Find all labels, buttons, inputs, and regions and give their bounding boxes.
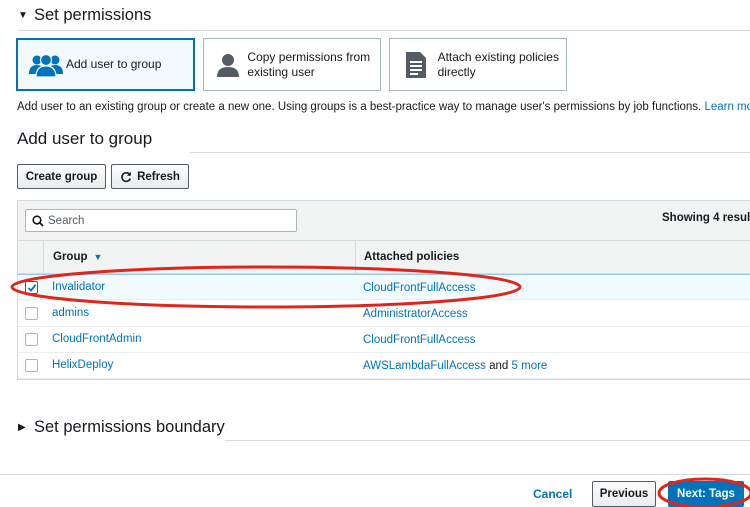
row-checkbox[interactable] [25, 333, 38, 346]
select-column-header [18, 241, 44, 273]
search-input[interactable] [48, 214, 278, 227]
divider [18, 30, 750, 31]
previous-button[interactable]: Previous [592, 481, 656, 507]
group-name-link[interactable]: HelixDeploy [52, 359, 113, 371]
more-policies-link[interactable]: 5 more [512, 360, 548, 372]
policy-cell: AWSLambdaFullAccess and 5 more [363, 360, 547, 372]
policy-and-text: and [489, 360, 509, 372]
table-row[interactable]: Invalidator CloudFrontFullAccess [18, 274, 750, 300]
permissions-boundary-header[interactable]: ▶ Set permissions boundary [18, 418, 225, 437]
permissions-boundary-title: Set permissions boundary [34, 418, 225, 436]
add-user-to-group-heading: Add user to group [17, 129, 153, 148]
table-row[interactable]: HelixDeploy AWSLambdaFullAccess and 5 mo… [18, 353, 750, 379]
set-permissions-title: Set permissions [34, 6, 152, 24]
column-header-group[interactable]: Group ▼ [53, 251, 102, 263]
caret-right-icon: ▶ [18, 422, 26, 433]
row-checkbox[interactable] [25, 281, 38, 294]
cancel-button[interactable]: Cancel [533, 487, 572, 501]
column-header-attached-policies[interactable]: Attached policies [364, 251, 459, 263]
document-icon [400, 51, 432, 79]
refresh-label: Refresh [137, 170, 180, 183]
groups-table: Showing 4 results Group ▼ Attached polic… [17, 200, 750, 380]
group-name-link[interactable]: admins [52, 307, 89, 319]
table-header: Group ▼ Attached policies [18, 241, 750, 274]
table-toolbar: Showing 4 results [18, 201, 750, 241]
option-label: Copy permissions from existing user [247, 49, 371, 79]
footer-divider [0, 474, 750, 475]
option-copy-permissions[interactable]: Copy permissions from existing user [203, 38, 381, 91]
option-label: Attach existing policies directly [437, 49, 559, 79]
row-checkbox[interactable] [25, 359, 38, 372]
results-count: Showing 4 results [662, 212, 750, 224]
sort-descending-icon[interactable]: ▼ [94, 252, 103, 262]
table-row[interactable]: admins AdministratorAccess [18, 301, 750, 327]
set-permissions-header[interactable]: ▼ Set permissions [18, 6, 151, 25]
refresh-icon [120, 171, 132, 183]
column-separator [355, 241, 356, 273]
refresh-button[interactable]: Refresh [111, 164, 189, 189]
option-label: Add user to group [66, 57, 162, 71]
divider [225, 440, 750, 441]
row-checkbox[interactable] [25, 307, 38, 320]
user-icon [214, 52, 241, 78]
policy-link[interactable]: CloudFrontFullAccess [363, 282, 475, 294]
policy-link[interactable]: CloudFrontFullAccess [363, 334, 475, 346]
create-group-button[interactable]: Create group [17, 164, 106, 189]
policy-link[interactable]: AWSLambdaFullAccess [363, 360, 486, 372]
search-icon [32, 214, 44, 227]
table-row[interactable]: CloudFrontAdmin CloudFrontFullAccess [18, 327, 750, 353]
caret-down-icon: ▼ [18, 10, 28, 21]
search-box[interactable] [25, 209, 297, 232]
divider [190, 152, 750, 153]
learn-more-link[interactable]: Learn more [704, 101, 750, 113]
users-group-icon [26, 52, 66, 78]
option-add-user-to-group[interactable]: Add user to group [16, 38, 195, 91]
group-name-link[interactable]: CloudFrontAdmin [52, 333, 141, 345]
permissions-description: Add user to an existing group or create … [17, 101, 750, 113]
policy-link[interactable]: AdministratorAccess [363, 308, 468, 320]
group-name-link[interactable]: Invalidator [52, 281, 105, 293]
next-tags-button[interactable]: Next: Tags [668, 481, 744, 507]
option-attach-policies[interactable]: Attach existing policies directly [389, 38, 567, 91]
